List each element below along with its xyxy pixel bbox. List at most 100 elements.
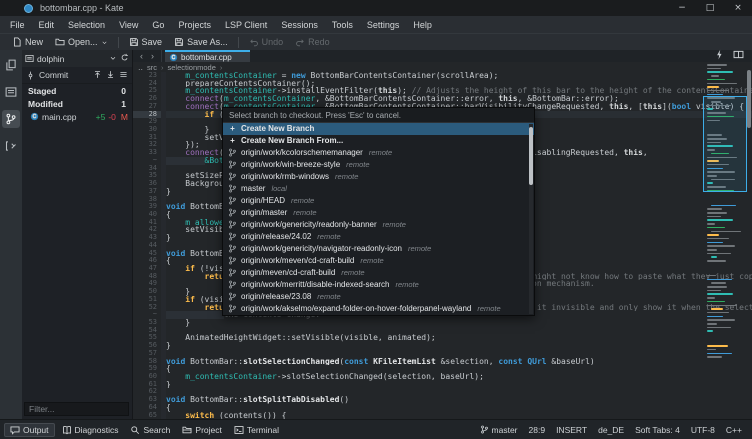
dock-git-button[interactable] [2, 110, 20, 128]
code-line[interactable]: 55 AnimatedHeightWidget::setVisible(visi… [133, 334, 752, 342]
commit-button[interactable]: Commit [39, 70, 68, 80]
filter-input[interactable]: Filter... [24, 402, 129, 416]
minimap-viewport[interactable] [703, 96, 747, 192]
toolview-terminal-button[interactable]: Terminal [229, 424, 284, 436]
menu-view[interactable]: View [112, 16, 145, 33]
code-line[interactable]: 26 connect(m_contentsContainer, &BottomB… [133, 95, 752, 103]
menu-sessions[interactable]: Sessions [274, 16, 325, 33]
branch-item[interactable]: origin/HEADremote [223, 195, 534, 207]
dock-documents-button[interactable] [2, 56, 20, 74]
breadcrumb[interactable]: ‥ src › selectionmode › [133, 62, 752, 72]
branch-item[interactable]: origin/work/rmb-windowsremote [223, 171, 534, 183]
new-button[interactable]: New [6, 35, 49, 50]
chevron-down-icon[interactable] [101, 39, 108, 46]
menu-icon[interactable] [119, 70, 128, 79]
redo-button[interactable]: Redo [289, 35, 336, 50]
code-line[interactable]: 63void BottomBar::slotSplitTabDisabled() [133, 396, 752, 404]
dock-file-list-button[interactable] [2, 83, 20, 101]
dictionary[interactable]: de_DE [598, 425, 624, 435]
branch-item[interactable]: origin/masterremote [223, 207, 534, 219]
code-line[interactable]: 54 [133, 327, 752, 335]
code-line[interactable]: 23 m_contentsContainer = new BottomBarCo… [133, 72, 752, 80]
open-button[interactable]: Open... [49, 35, 114, 50]
save-button[interactable]: Save [123, 35, 169, 50]
menu-projects[interactable]: Projects [171, 16, 218, 33]
undo-button[interactable]: Undo [243, 35, 290, 50]
encoding[interactable]: UTF-8 [691, 425, 715, 435]
code-line[interactable]: 57 [133, 350, 752, 358]
push-icon[interactable] [93, 70, 102, 79]
code-line[interactable]: 56} [133, 342, 752, 350]
editor-scrollbar[interactable] [747, 58, 752, 419]
branch-item[interactable]: masterlocal [223, 183, 534, 195]
branch-item[interactable]: origin/work/meven/cd-craft-buildremote [223, 254, 534, 266]
forward-button[interactable]: › [151, 51, 154, 61]
menu-lsp-client[interactable]: LSP Client [218, 16, 274, 33]
branch-item[interactable]: origin/meven/cd-craft-buildremote [223, 266, 534, 278]
branch-item[interactable]: origin/work/genericity/readonly-bannerre… [223, 219, 534, 231]
modified-row[interactable]: Modified 1 [22, 97, 132, 110]
branch-item[interactable]: +Create New Branch From... [223, 135, 534, 147]
code-line[interactable]: 60 m_contentsContainer->slotSelectionCha… [133, 373, 752, 381]
menu-go[interactable]: Go [145, 16, 171, 33]
menu-tools[interactable]: Tools [325, 16, 360, 33]
code-line[interactable]: 62 [133, 388, 752, 396]
branch-item[interactable]: origin/work/… [223, 314, 534, 316]
menu-icon[interactable] [119, 70, 128, 81]
menu-file[interactable]: File [3, 16, 32, 33]
menu-help[interactable]: Help [406, 16, 439, 33]
menu-edit[interactable]: Edit [32, 16, 62, 33]
quick-open-icon[interactable] [714, 49, 725, 60]
project-selector[interactable]: dolphin [22, 50, 132, 67]
refresh-icon[interactable] [120, 53, 129, 62]
save-as-button[interactable]: Save As... [168, 35, 234, 50]
chevron-down-icon[interactable] [109, 54, 117, 62]
toolview-diagnostics-button[interactable]: Diagnostics [57, 424, 124, 436]
code-line[interactable]: 25 m_contentsContainer->installEventFilt… [133, 87, 752, 95]
pull-icon[interactable] [106, 70, 115, 79]
branch-status[interactable]: master [480, 425, 518, 435]
code-line[interactable]: 65 switch (contents()) { [133, 412, 752, 419]
toolview-search-button[interactable]: Search [125, 424, 175, 436]
menu-selection[interactable]: Selection [61, 16, 112, 33]
staged-row[interactable]: Staged 0 [22, 84, 132, 97]
push-icon[interactable] [93, 70, 102, 81]
toolview-output-button[interactable]: Output [4, 423, 55, 437]
code-line[interactable]: 64{ [133, 404, 752, 412]
indentation-mode[interactable]: Soft Tabs: 4 [635, 425, 680, 435]
popup-scrollbar-thumb[interactable] [529, 127, 533, 185]
code-line[interactable]: 58void BottomBar::slotSelectionChanged(c… [133, 358, 752, 366]
breadcrumb-selectionmode[interactable]: selectionmode [168, 63, 216, 72]
dock-tool-view-button[interactable] [2, 137, 20, 155]
branch-item[interactable]: origin/work/akselmo/expand-folder-on-hov… [223, 302, 534, 314]
branch-item[interactable]: origin/work/genericity/navigator-readonl… [223, 242, 534, 254]
code-line[interactable]: 24 prepareContentsContainer(); [133, 80, 752, 88]
maximize-button[interactable]: □ [696, 0, 724, 16]
code-line[interactable]: 53 } [133, 319, 752, 327]
split-view-icon[interactable] [733, 49, 744, 60]
code-line[interactable]: 61} [133, 381, 752, 389]
branch-item[interactable]: origin/work/win-breeze-styleremote [223, 159, 534, 171]
branch-item[interactable]: origin/work/kcolorschememanagerremote [223, 147, 534, 159]
modified-file-row[interactable]: C main.cpp +5 -0 M [22, 110, 132, 123]
branch-scope: remote [369, 148, 392, 157]
branch-item[interactable]: origin/work/merritt/disable-indexed-sear… [223, 278, 534, 290]
close-button[interactable]: × [724, 0, 752, 16]
syntax-mode[interactable]: C++ [726, 425, 742, 435]
menu-settings[interactable]: Settings [360, 16, 407, 33]
branch-item[interactable]: origin/release/23.08remote [223, 290, 534, 302]
input-mode[interactable]: INSERT [556, 425, 587, 435]
pull-icon[interactable] [106, 70, 115, 81]
chevron-down-icon[interactable] [109, 54, 117, 64]
code-line[interactable]: 59{ [133, 365, 752, 373]
branch-search-input[interactable]: Select branch to checkout. Press 'Esc' t… [223, 108, 534, 123]
minimize-button[interactable]: − [668, 0, 696, 16]
back-button[interactable]: ‹ [140, 51, 143, 61]
breadcrumb-src[interactable]: src [147, 63, 157, 72]
refresh-icon[interactable] [120, 53, 129, 64]
branch-item[interactable]: +Create New Branch [223, 123, 534, 135]
tab-bottombar[interactable]: C bottombar.cpp [165, 50, 250, 62]
cursor-position[interactable]: 28:9 [529, 425, 546, 435]
branch-item[interactable]: origin/release/24.02remote [223, 230, 534, 242]
toolview-project-button[interactable]: Project [177, 424, 226, 436]
